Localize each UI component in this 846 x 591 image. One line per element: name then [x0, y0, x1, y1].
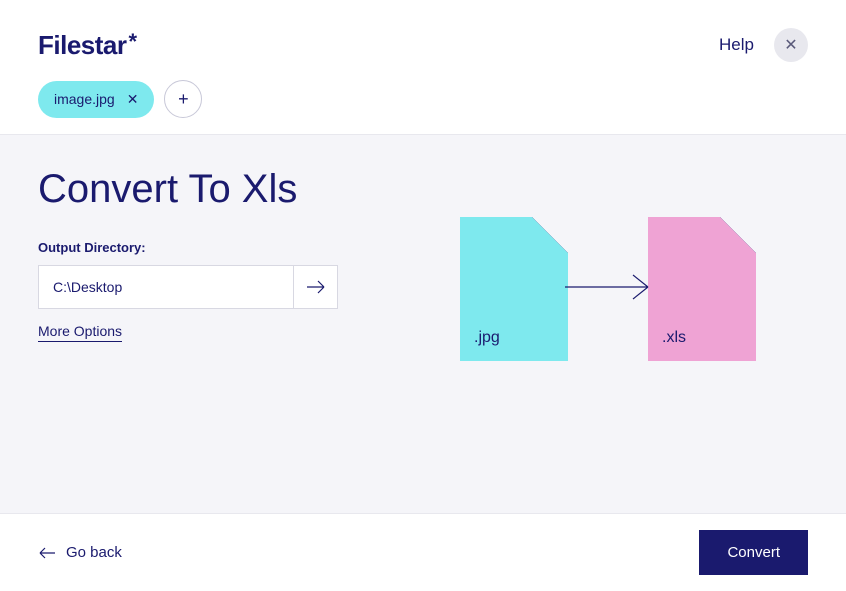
go-back-button[interactable]: Go back: [38, 544, 122, 561]
header-right: Help ✕: [719, 28, 808, 62]
source-file-ext: .jpg: [474, 329, 500, 347]
header-top: Filestar * Help ✕: [38, 28, 808, 62]
output-directory-input[interactable]: [39, 266, 293, 308]
footer: Go back Convert: [0, 513, 846, 591]
file-fold-icon: [720, 217, 756, 253]
go-back-label: Go back: [66, 544, 122, 561]
browse-directory-button[interactable]: [293, 266, 337, 308]
close-icon: ✕: [784, 35, 797, 55]
file-fold-icon: [532, 217, 568, 253]
main-content: Convert To Xls Output Directory: More Op…: [0, 135, 846, 513]
close-button[interactable]: ✕: [774, 28, 808, 62]
arrow-right-icon: [306, 280, 326, 294]
help-link[interactable]: Help: [719, 35, 754, 55]
page-title: Convert To Xls: [38, 167, 808, 212]
convert-button[interactable]: Convert: [699, 530, 808, 575]
conversion-arrow: [563, 272, 653, 307]
plus-icon: +: [178, 89, 189, 110]
logo-star-icon: *: [129, 29, 137, 55]
logo-text: Filestar: [38, 30, 127, 61]
target-file-icon: .xls: [648, 217, 756, 361]
add-file-button[interactable]: +: [164, 80, 202, 118]
file-chip[interactable]: image.jpg ✕: [38, 81, 154, 118]
target-file-ext: .xls: [662, 329, 686, 347]
file-chip-label: image.jpg: [54, 91, 115, 107]
arrow-left-icon: [38, 547, 56, 559]
arrow-right-icon: [563, 272, 653, 302]
file-chips-row: image.jpg ✕ +: [38, 80, 808, 118]
form-section: Output Directory: More Options: [38, 240, 338, 342]
app-logo: Filestar *: [38, 30, 137, 61]
output-directory-label: Output Directory:: [38, 240, 338, 255]
conversion-visual: .jpg .xls: [460, 217, 756, 361]
header: Filestar * Help ✕ image.jpg ✕ +: [0, 0, 846, 135]
output-directory-group: [38, 265, 338, 309]
source-file-icon: .jpg: [460, 217, 568, 361]
file-chip-close-icon[interactable]: ✕: [127, 91, 139, 108]
more-options-link[interactable]: More Options: [38, 323, 122, 342]
